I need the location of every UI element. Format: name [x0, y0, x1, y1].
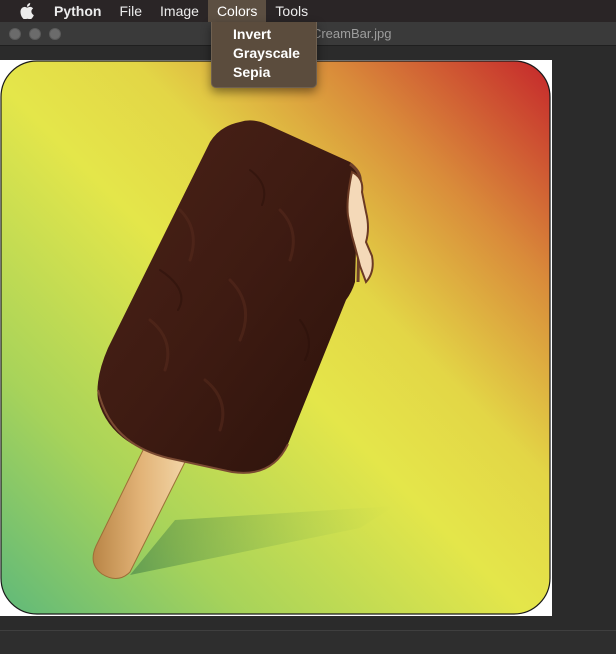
menu-image[interactable]: Image [151, 0, 208, 22]
status-bar [0, 630, 616, 654]
menu-bar: Python File Image Colors Tools [0, 0, 616, 22]
image-canvas [0, 46, 616, 630]
image-panel [0, 60, 552, 616]
menu-item-invert[interactable]: Invert [212, 25, 316, 44]
colors-dropdown-menu: Invert Grayscale Sepia [211, 22, 317, 88]
apple-icon[interactable] [20, 3, 34, 19]
menu-file[interactable]: File [110, 0, 151, 22]
menu-item-sepia[interactable]: Sepia [212, 63, 316, 82]
menu-colors[interactable]: Colors [207, 0, 267, 22]
menu-tools[interactable]: Tools [266, 0, 317, 22]
menu-item-grayscale[interactable]: Grayscale [212, 44, 316, 63]
ice-cream-bar-image [0, 60, 551, 615]
menu-python[interactable]: Python [49, 0, 110, 22]
